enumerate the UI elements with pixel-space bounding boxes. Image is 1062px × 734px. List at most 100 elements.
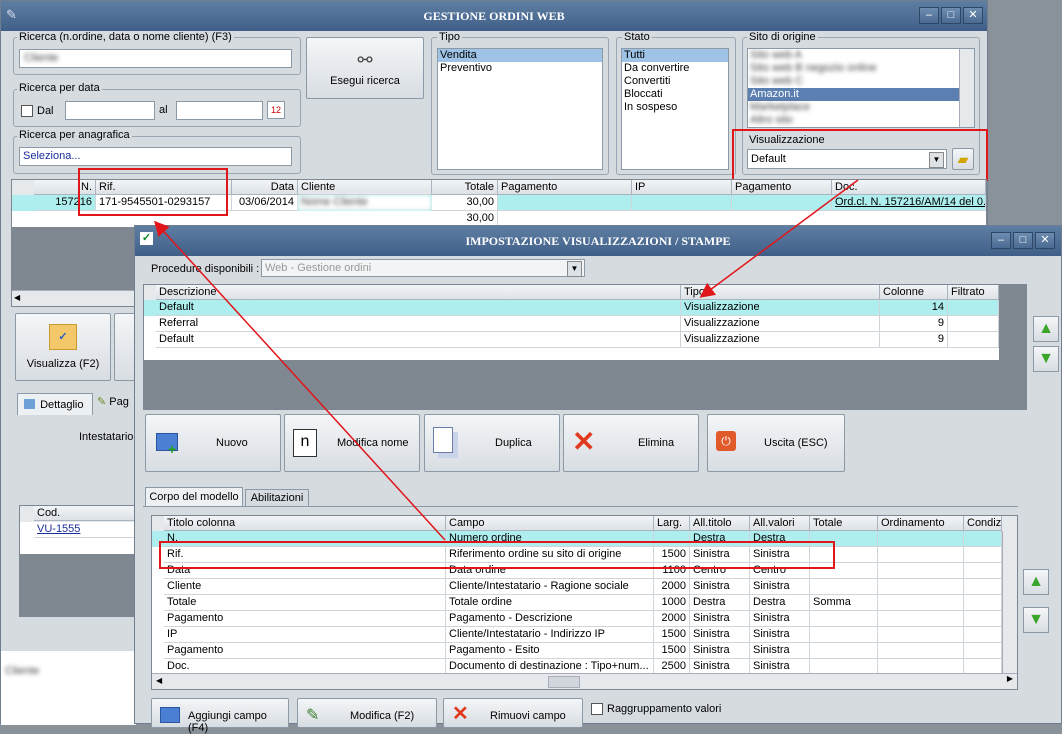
col-header[interactable]: Doc. xyxy=(832,180,986,195)
second-toolbar-button[interactable] xyxy=(114,313,136,381)
table-cell: Sinistra xyxy=(750,611,810,627)
col-header[interactable]: Filtrato xyxy=(948,285,999,300)
table-cell xyxy=(878,563,964,579)
move-field-down-button[interactable]: ▼ xyxy=(1023,607,1049,633)
col-header[interactable]: All.valori xyxy=(750,516,810,531)
stato-item[interactable]: In sospeso xyxy=(622,101,728,114)
from-checkbox[interactable] xyxy=(21,105,33,117)
anag-input[interactable]: Seleziona... xyxy=(19,147,292,166)
search-label: Ricerca (n.ordine, data o nome cliente) … xyxy=(17,31,234,43)
folder-button[interactable]: ▰ xyxy=(952,148,974,170)
elimina-button[interactable]: ✕ Elimina xyxy=(563,414,699,472)
sito-item[interactable]: Sito web B negozio online xyxy=(748,62,974,75)
table-row[interactable]: Pagamento Pagamento - Descrizione 2000 Sini… xyxy=(152,611,1002,627)
stato-item[interactable]: Bloccati xyxy=(622,88,728,101)
table-cell: Doc. xyxy=(164,659,446,673)
move-field-up-button[interactable]: ▲ xyxy=(1023,569,1049,595)
tipo-label: Tipo xyxy=(437,31,462,43)
col-header[interactable]: Pagamento xyxy=(498,180,632,195)
dialog-title: IMPOSTAZIONE VISUALIZZAZIONI / STAMPE xyxy=(465,234,731,248)
col-header[interactable]: Totale xyxy=(432,180,498,195)
stato-label: Stato xyxy=(622,31,652,43)
table-cell xyxy=(810,579,878,595)
dialog-close-button[interactable]: ✕ xyxy=(1035,232,1055,249)
table-row[interactable]: Referral Visualizzazione 9 xyxy=(144,316,999,332)
raggruppamento-label: Raggruppamento valori xyxy=(607,703,722,715)
col-header[interactable]: Ordinamento xyxy=(878,516,964,531)
col-header[interactable]: Larg. xyxy=(654,516,690,531)
dialog-maximize-button[interactable]: □ xyxy=(1013,232,1033,249)
col-header[interactable]: Cliente xyxy=(298,180,432,195)
col-header[interactable]: Tipo xyxy=(681,285,880,300)
col-header[interactable]: Totale xyxy=(810,516,878,531)
sito-item[interactable]: Amazon.it xyxy=(748,88,974,101)
fields-vscrollbar[interactable] xyxy=(1002,531,1017,673)
table-row[interactable]: Default Visualizzazione 14 xyxy=(144,300,999,316)
orders-hscrollbar[interactable]: ◀ xyxy=(12,290,140,306)
status-text: Cliente xyxy=(5,665,40,677)
dialog-minimize-button[interactable]: – xyxy=(991,232,1011,249)
col-header[interactable]: Condiz xyxy=(964,516,1002,531)
sito-item[interactable]: Sito web A xyxy=(748,49,974,62)
duplica-button[interactable]: Duplica xyxy=(424,414,560,472)
arrow-up-icon: ▲ xyxy=(1028,573,1044,590)
minimize-button[interactable]: – xyxy=(919,7,939,24)
tab-pag[interactable]: ✎ Pag xyxy=(97,395,137,415)
date-from-input[interactable] xyxy=(65,101,155,120)
date-to-input[interactable] xyxy=(176,101,263,120)
col-header[interactable]: Campo xyxy=(446,516,654,531)
move-view-up-button[interactable]: ▲ xyxy=(1033,316,1059,342)
visualizza-button[interactable]: ✓ Visualizza (F2) xyxy=(15,313,111,381)
col-header[interactable]: All.titolo xyxy=(690,516,750,531)
stato-item[interactable]: Tutti xyxy=(622,49,728,62)
search-button[interactable]: ⚯ Esegui ricerca xyxy=(306,37,424,99)
rename-icon: n xyxy=(293,429,317,457)
table-row[interactable]: Pagamento Pagamento - Esito 1500 Sinistra Si… xyxy=(152,643,1002,659)
tipo-item[interactable]: Preventivo xyxy=(438,62,602,75)
tab-abilitazioni[interactable]: Abilitazioni xyxy=(245,489,309,506)
col-header[interactable]: IP xyxy=(632,180,732,195)
table-row[interactable]: VU-1555 xyxy=(20,522,138,538)
col-header[interactable]: Titolo colonna xyxy=(164,516,446,531)
table-cell: Sinistra xyxy=(750,659,810,673)
table-cell: Pagamento - Descrizione xyxy=(446,611,654,627)
table-row[interactable]: Doc. Documento di destinazione : Tipo+num… xyxy=(152,659,1002,673)
tipo-list[interactable]: Vendita Preventivo xyxy=(437,48,603,170)
stato-list[interactable]: Tutti Da convertire Convertiti Bloccati … xyxy=(621,48,729,170)
sito-scrollbar[interactable] xyxy=(959,49,974,127)
close-button[interactable]: ✕ xyxy=(963,7,983,24)
uscita-button[interactable]: ⏻ Uscita (ESC) xyxy=(707,414,845,472)
table-row[interactable]: Default Visualizzazione 9 xyxy=(144,332,999,348)
move-view-down-button[interactable]: ▼ xyxy=(1033,346,1059,372)
cod-header[interactable]: Cod. xyxy=(34,506,138,521)
table-cell xyxy=(964,563,1002,579)
tab-corpo[interactable]: Corpo del modello xyxy=(145,487,243,506)
sito-item[interactable]: Sito web C xyxy=(748,75,974,88)
table-cell xyxy=(810,611,878,627)
table-row[interactable]: Cliente Cliente/Intestatario - Ragione so… xyxy=(152,579,1002,595)
stato-item[interactable]: Da convertire xyxy=(622,62,728,75)
calendar-icon[interactable]: 12 xyxy=(267,101,285,119)
col-header[interactable]: Descrizione xyxy=(156,285,681,300)
raggruppamento-checkbox[interactable] xyxy=(591,703,603,715)
visual-select[interactable]: Default ▼ xyxy=(747,149,947,169)
col-header[interactable]: Data xyxy=(232,180,298,195)
stato-item[interactable]: Convertiti xyxy=(622,75,728,88)
folder-icon: ▰ xyxy=(957,151,969,167)
modifica-nome-button[interactable]: n Modifica nome xyxy=(284,414,420,472)
search-input[interactable]: Cliente xyxy=(19,49,292,68)
table-row[interactable]: IP Cliente/Intestatario - Indirizzo IP 150… xyxy=(152,627,1002,643)
procedure-select[interactable]: Web - Gestione ordini ▼ xyxy=(261,259,585,277)
sito-item[interactable]: Marketplace xyxy=(748,101,974,114)
fields-hscrollbar[interactable]: ◀ ▶ xyxy=(152,673,1017,689)
tipo-item[interactable]: Vendita xyxy=(438,49,602,62)
nuovo-button[interactable]: + Nuovo xyxy=(145,414,281,472)
col-header[interactable]: Pagamento xyxy=(732,180,832,195)
sito-list[interactable]: Sito web A Sito web B negozio online Sit… xyxy=(747,48,975,128)
col-header[interactable]: Colonne xyxy=(880,285,948,300)
tab-dettaglio[interactable]: Dettaglio xyxy=(17,393,93,415)
table-row[interactable]: Totale Totale ordine 1000 Destra Destra Somma xyxy=(152,595,1002,611)
sito-item[interactable]: Altro sito xyxy=(748,114,974,127)
maximize-button[interactable]: □ xyxy=(941,7,961,24)
dialog-window: IMPOSTAZIONE VISUALIZZAZIONI / STAMPE ✓ … xyxy=(134,225,1062,734)
